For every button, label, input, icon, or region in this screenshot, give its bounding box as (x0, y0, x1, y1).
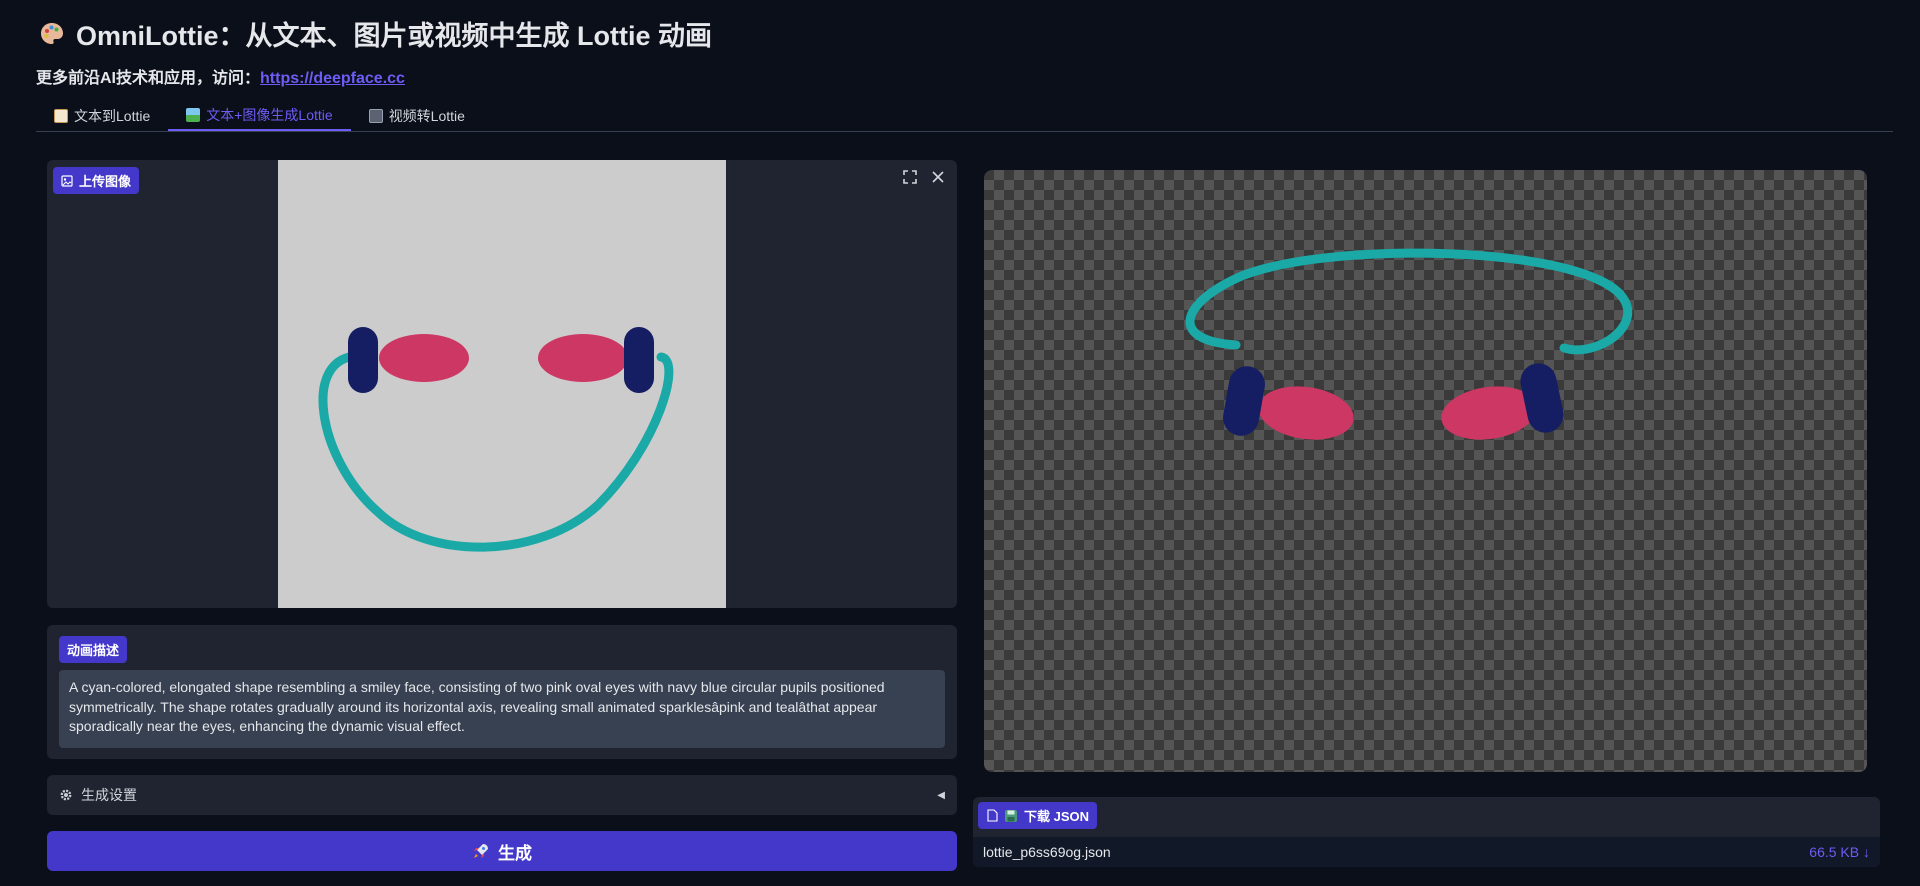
file-download-row[interactable]: lottie_p6ss69og.json 66.5 KB ↓ (973, 837, 1880, 867)
palette-icon (41, 22, 63, 44)
tab-text-to-lottie[interactable]: 文本到Lottie (36, 100, 168, 131)
upload-image-panel[interactable]: 上传图像 (47, 160, 957, 608)
rocket-icon (474, 844, 488, 858)
generate-label: 生成 (498, 843, 532, 863)
settings-label: 生成设置 (81, 787, 137, 803)
file-size[interactable]: 66.5 KB ↓ (1809, 844, 1870, 860)
upload-image-label: 上传图像 (53, 167, 140, 194)
caret-left-icon: ◀ (937, 789, 945, 801)
description-panel: 动画描述 A cyan-colored, elongated shape res… (47, 625, 957, 759)
tab-label: 文本到Lottie (74, 107, 151, 124)
subtitle-prefix: 更多前沿AI技术和应用，访问： (36, 70, 261, 87)
subtitle: 更多前沿AI技术和应用，访问：https://deepface.cc (36, 64, 405, 88)
upload-label-text: 上传图像 (79, 174, 132, 189)
download-json-label: 下载 JSON (978, 802, 1098, 829)
floppy-icon (1005, 809, 1017, 822)
file-name[interactable]: lottie_p6ss69og.json (983, 844, 1111, 860)
tab-bar: 文本到Lottie 文本+图像生成Lottie 视频转Lottie (36, 100, 1893, 132)
description-label: 动画描述 (59, 636, 128, 663)
image-icon (61, 174, 73, 187)
uploaded-image (278, 160, 726, 608)
generation-settings-accordion[interactable]: 生成设置 ◀ (47, 775, 957, 815)
smiley-illustration (318, 327, 674, 552)
page-title: OmniLottie：从文本、图片或视频中生成 Lottie 动画 (38, 14, 712, 53)
description-textarea[interactable]: A cyan-colored, elongated shape resembli… (59, 670, 945, 748)
lottie-preview (984, 170, 1867, 772)
download-label-text: 下载 JSON (1024, 809, 1090, 824)
tab-text-image-to-lottie[interactable]: 文本+图像生成Lottie (168, 100, 351, 131)
tab-label: 文本+图像生成Lottie (206, 106, 333, 123)
tab-video-to-lottie[interactable]: 视频转Lottie (351, 100, 483, 131)
deepface-link[interactable]: https://deepface.cc (260, 70, 405, 87)
film-icon (368, 108, 383, 123)
fullscreen-icon[interactable] (901, 168, 919, 186)
file-icon (987, 809, 998, 822)
description-label-text: 动画描述 (67, 643, 120, 658)
download-json-panel: 下载 JSON lottie_p6ss69og.json 66.5 KB ↓ (973, 797, 1880, 867)
document-icon (54, 108, 68, 123)
lottie-animation-frame (1185, 248, 1632, 440)
title-text: OmniLottie：从文本、图片或视频中生成 Lottie 动画 (76, 21, 712, 51)
generate-button[interactable]: 生成 (47, 831, 957, 871)
tab-label: 视频转Lottie (388, 107, 465, 124)
image-toolbar (901, 168, 947, 186)
gear-icon (60, 789, 72, 801)
image-icon (186, 107, 201, 122)
close-icon[interactable] (929, 168, 947, 186)
